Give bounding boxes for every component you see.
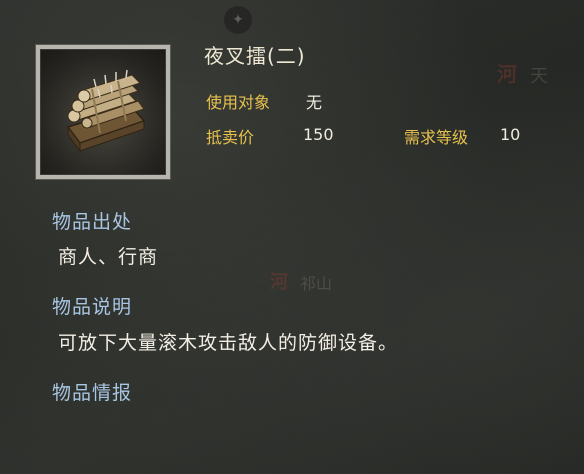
- source-section-title: 物品出处: [52, 211, 133, 233]
- intel-section-title: 物品情报: [52, 382, 133, 404]
- price-label: 抵卖价: [206, 128, 255, 147]
- source-section-text: 商人、行商: [58, 246, 159, 268]
- level-label: 需求等级: [404, 128, 469, 147]
- map-place-label: 祁山: [300, 274, 333, 293]
- wooden-log-trap-icon: [66, 69, 146, 153]
- map-marker-icon: 河: [270, 272, 288, 293]
- level-value: 10: [500, 125, 521, 144]
- description-section-title: 物品说明: [52, 296, 133, 318]
- map-marker-icon: 河: [497, 62, 517, 86]
- description-section-text: 可放下大量滚木攻击敌人的防御设备。: [58, 332, 399, 354]
- price-value: 150: [303, 125, 334, 144]
- use-target-label: 使用对象: [206, 93, 271, 112]
- item-name: 夜叉擂(二): [204, 44, 306, 68]
- map-emblem-icon: ✦: [224, 6, 252, 34]
- use-target-value: 无: [306, 93, 323, 112]
- item-thumbnail: [36, 45, 170, 179]
- map-place-label: 天: [530, 66, 548, 87]
